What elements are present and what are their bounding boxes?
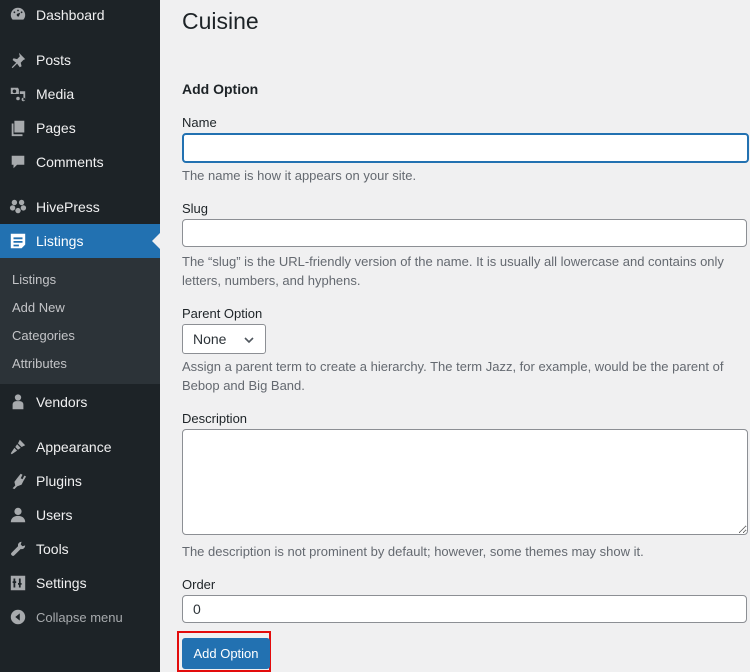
media-icon bbox=[8, 84, 28, 104]
submenu-add-new[interactable]: Add New bbox=[12, 300, 65, 315]
description-textarea[interactable] bbox=[182, 429, 748, 535]
name-input[interactable] bbox=[182, 133, 749, 163]
parent-selected: None bbox=[193, 331, 227, 347]
wrench-icon bbox=[8, 539, 28, 559]
menu-dashboard[interactable]: Dashboard bbox=[0, 0, 160, 32]
user-icon bbox=[8, 505, 28, 525]
menu-label: Plugins bbox=[36, 473, 82, 489]
submenu-listings[interactable]: Listings bbox=[12, 272, 56, 287]
menu-label: Media bbox=[36, 86, 75, 102]
dashboard-icon bbox=[8, 5, 28, 25]
brush-icon bbox=[8, 437, 28, 457]
menu-hivepress[interactable]: HivePress bbox=[0, 190, 160, 224]
menu-label: Users bbox=[36, 507, 73, 523]
collapse-menu-button[interactable]: Collapse menu bbox=[0, 600, 160, 634]
menu-label: Pages bbox=[36, 120, 76, 136]
menu-appearance[interactable]: Appearance bbox=[0, 430, 160, 464]
form-title: Add Option bbox=[182, 81, 259, 97]
vendor-icon bbox=[8, 392, 28, 412]
admin-sidebar: Dashboard Posts Media Pages Comments Hiv… bbox=[0, 0, 160, 672]
settings-icon bbox=[8, 573, 28, 593]
menu-label: Listings bbox=[36, 233, 84, 249]
menu-plugins[interactable]: Plugins bbox=[0, 464, 160, 498]
menu-tools[interactable]: Tools bbox=[0, 532, 160, 566]
parent-select[interactable]: None bbox=[182, 324, 266, 354]
pages-icon bbox=[8, 118, 28, 138]
description-help: The description is not prominent by defa… bbox=[182, 544, 644, 559]
listings-icon bbox=[8, 231, 28, 251]
menu-listings[interactable]: Listings bbox=[0, 224, 160, 258]
menu-comments[interactable]: Comments bbox=[0, 145, 160, 179]
parent-label: Parent Option bbox=[182, 306, 263, 321]
menu-label: Vendors bbox=[36, 394, 88, 410]
submenu-attributes[interactable]: Attributes bbox=[12, 356, 67, 371]
order-label: Order bbox=[182, 577, 216, 592]
menu-users[interactable]: Users bbox=[0, 498, 160, 532]
slug-label: Slug bbox=[182, 201, 209, 216]
collapse-icon bbox=[8, 607, 28, 627]
menu-label: Appearance bbox=[36, 439, 112, 455]
menu-label: Settings bbox=[36, 575, 87, 591]
name-label: Name bbox=[182, 115, 217, 130]
order-input[interactable]: 0 bbox=[182, 595, 747, 623]
slug-input[interactable] bbox=[182, 219, 747, 247]
page-title: Cuisine bbox=[182, 8, 259, 34]
name-help: The name is how it appears on your site. bbox=[182, 168, 417, 183]
menu-label: HivePress bbox=[36, 199, 100, 215]
menu-pages[interactable]: Pages bbox=[0, 111, 160, 145]
listings-submenu: Listings Add New Categories Attributes bbox=[0, 258, 160, 384]
menu-label: Tools bbox=[36, 541, 69, 557]
menu-label: Comments bbox=[36, 154, 104, 170]
comment-icon bbox=[8, 152, 28, 172]
parent-help: Assign a parent term to create a hierarc… bbox=[182, 359, 724, 393]
add-option-button[interactable]: Add Option bbox=[182, 638, 270, 669]
menu-posts[interactable]: Posts bbox=[0, 43, 160, 77]
description-label: Description bbox=[182, 411, 248, 426]
collapse-label: Collapse menu bbox=[36, 609, 123, 625]
slug-help: The “slug” is the URL-friendly version o… bbox=[182, 254, 724, 288]
pin-icon bbox=[8, 50, 28, 70]
menu-media[interactable]: Media bbox=[0, 77, 160, 111]
menu-label: Posts bbox=[36, 52, 72, 68]
submenu-categories[interactable]: Categories bbox=[12, 328, 75, 343]
menu-settings[interactable]: Settings bbox=[0, 566, 160, 600]
hivepress-icon bbox=[8, 197, 28, 217]
menu-label: Dashboard bbox=[36, 7, 105, 23]
menu-vendors[interactable]: Vendors bbox=[0, 385, 160, 419]
plugin-icon bbox=[8, 471, 28, 491]
chevron-down-icon bbox=[243, 333, 255, 349]
